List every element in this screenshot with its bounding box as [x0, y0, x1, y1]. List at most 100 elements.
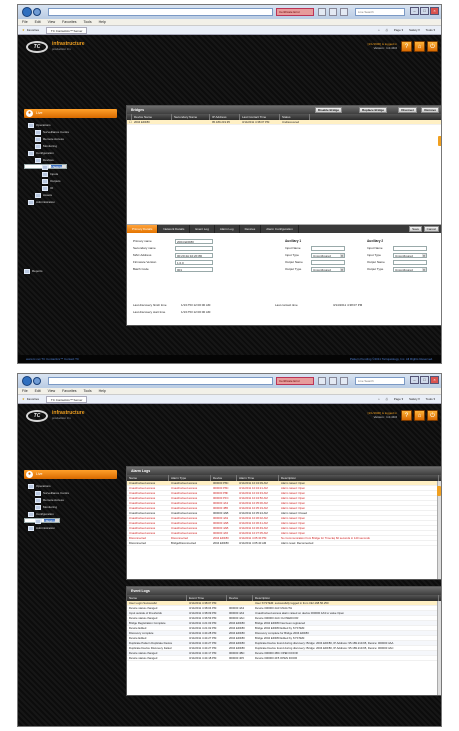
panel-collapse-handle[interactable]: [437, 486, 441, 496]
favorites-label[interactable]: Favorites: [27, 28, 39, 32]
sidebar-item[interactable]: Devices: [24, 157, 117, 164]
menu-tools[interactable]: Tools: [83, 20, 91, 24]
refresh-icon[interactable]: [318, 377, 326, 385]
sidebar-item[interactable]: Readers: [24, 164, 117, 171]
logout-icon[interactable]: ⏻: [427, 410, 438, 421]
safety-menu[interactable]: Safety ▾: [409, 397, 420, 401]
home-icon[interactable]: ⌂: [378, 28, 380, 32]
page-menu[interactable]: Page ▾: [394, 28, 403, 32]
sidebar-item[interactable]: Assets: [24, 518, 117, 525]
favorites-star-icon[interactable]: ★: [22, 28, 25, 32]
panel-collapse-handle[interactable]: [438, 136, 441, 146]
cancel-button[interactable]: Cancel: [423, 226, 439, 232]
sidebar-item[interactable]: Surveillance Centre: [24, 129, 117, 136]
field-input[interactable]: 1.0.0: [175, 260, 213, 265]
tab-alarm-configuration[interactable]: Alarm Configuration: [261, 225, 299, 233]
menu-help[interactable]: Help: [99, 389, 106, 393]
help-icon[interactable]: ?: [401, 41, 412, 52]
safety-menu[interactable]: Safety ▾: [409, 28, 420, 32]
print-icon[interactable]: ⎙: [386, 28, 388, 32]
bridge-row[interactable]: ☐ 2004 EDF80 95.189.219.95 3/14/2011 4:3…: [127, 120, 441, 125]
menu-edit[interactable]: Edit: [35, 20, 41, 24]
tab-primary-details[interactable]: Primary Details: [127, 225, 159, 233]
sidebar-item[interactable]: Operations: [24, 122, 117, 129]
aux-name-input[interactable]: [311, 260, 345, 265]
sidebar-item[interactable]: Administration: [24, 525, 117, 532]
menu-help[interactable]: Help: [99, 20, 106, 24]
page-menu[interactable]: Page ▾: [394, 397, 403, 401]
stop-icon[interactable]: [329, 8, 337, 16]
remove-button[interactable]: Remove: [421, 107, 439, 113]
favorites-star-icon[interactable]: ★: [22, 397, 25, 401]
forward-button[interactable]: [33, 8, 41, 16]
address-bar[interactable]: [48, 377, 273, 385]
sidebar-item[interactable]: Administration: [24, 199, 117, 206]
event-row[interactable]: Device status changed 3/14/2011 4:44:18 P…: [127, 656, 441, 661]
menu-view[interactable]: View: [48, 20, 56, 24]
sidebar-item[interactable]: Configuration: [24, 150, 117, 157]
sidebar-item[interactable]: Inputs: [24, 171, 117, 178]
aux-name-input[interactable]: [311, 246, 345, 251]
maximize-icon[interactable]: □: [420, 7, 429, 15]
menu-view[interactable]: View: [48, 389, 56, 393]
sidebar-item[interactable]: IO: [24, 185, 117, 192]
print-icon[interactable]: ⎙: [386, 397, 388, 401]
sidebar-item[interactable]: Remote Access: [24, 136, 117, 143]
browser-tab[interactable]: TC Contactics™ Server: [45, 27, 88, 34]
tools-menu[interactable]: Tools ▾: [426, 28, 435, 32]
sidebar-item[interactable]: Configuration: [24, 511, 117, 518]
aux-name-input[interactable]: [393, 260, 427, 265]
home-icon[interactable]: ⌂: [378, 397, 380, 401]
save-button[interactable]: Save: [409, 226, 422, 232]
sidebar-item[interactable]: Assets: [24, 192, 117, 199]
field-input[interactable]: 001: [175, 267, 213, 272]
menu-favorites[interactable]: Favorites: [62, 389, 76, 393]
sidebar-item-reports[interactable]: Reports: [24, 268, 117, 275]
sidebar-item[interactable]: Outputs: [24, 178, 117, 185]
sidebar-home[interactable]: ● Live: [24, 470, 117, 479]
replace-bridge-button[interactable]: Replace Bridge: [359, 107, 387, 113]
aux-type-select[interactable]: Unconfigured: [311, 267, 345, 272]
tab-devices[interactable]: Devices: [240, 225, 262, 233]
discover-button[interactable]: Discover: [398, 107, 417, 113]
aux-type-select[interactable]: Unconfigured: [393, 253, 427, 258]
disable-bridge-button[interactable]: Disable Bridge: [314, 107, 342, 113]
aux-type-select[interactable]: Unconfigured: [311, 253, 345, 258]
field-input[interactable]: [175, 246, 213, 251]
menu-file[interactable]: File: [22, 20, 28, 24]
minimize-icon[interactable]: –: [410, 376, 419, 384]
search-input[interactable]: Live Search: [355, 8, 405, 16]
home-app-icon[interactable]: ⌂: [414, 41, 425, 52]
menu-file[interactable]: File: [22, 389, 28, 393]
aux-type-select[interactable]: Unconfigured: [393, 267, 427, 272]
sidebar-item[interactable]: Monitoring: [24, 143, 117, 150]
close-icon[interactable]: ×: [430, 376, 439, 384]
sidebar-item[interactable]: Monitoring: [24, 504, 117, 511]
aux-name-input[interactable]: [393, 246, 427, 251]
sidebar-item[interactable]: Remote Access: [24, 497, 117, 504]
stop-icon[interactable]: [329, 377, 337, 385]
tab-event-log[interactable]: Event Log: [190, 225, 215, 233]
tools-menu[interactable]: Tools ▾: [426, 397, 435, 401]
certificate-error-badge[interactable]: Certificate Error: [276, 8, 314, 16]
favorites-label[interactable]: Favorites: [27, 397, 39, 401]
search-input[interactable]: Live Search: [355, 377, 405, 385]
menu-tools[interactable]: Tools: [83, 389, 91, 393]
alarm-row[interactable]: Disconnected BridgeDisconnected 2004 EDF80…: [127, 541, 441, 546]
close-icon[interactable]: ×: [430, 7, 439, 15]
sidebar-item[interactable]: Operations: [24, 483, 117, 490]
footer-links[interactable]: www.tc.net TC Contactics™ Contact TC: [26, 357, 79, 361]
maximize-icon[interactable]: □: [420, 376, 429, 384]
back-button[interactable]: [22, 376, 32, 386]
refresh-icon[interactable]: [318, 8, 326, 16]
home-app-icon[interactable]: ⌂: [414, 410, 425, 421]
browser-tab[interactable]: TC Contactics™ Server: [45, 396, 88, 403]
logout-icon[interactable]: ⏻: [427, 41, 438, 52]
tab-alarm-log[interactable]: Alarm Log: [215, 225, 240, 233]
sidebar-item[interactable]: Surveillance Centre: [24, 490, 117, 497]
help-icon[interactable]: ?: [401, 410, 412, 421]
field-input[interactable]: 2004 EDF80: [175, 239, 213, 244]
sidebar-home[interactable]: ● Live: [24, 109, 117, 118]
forward-button[interactable]: [33, 377, 41, 385]
certificate-error-badge[interactable]: Certificate Error: [276, 377, 314, 385]
